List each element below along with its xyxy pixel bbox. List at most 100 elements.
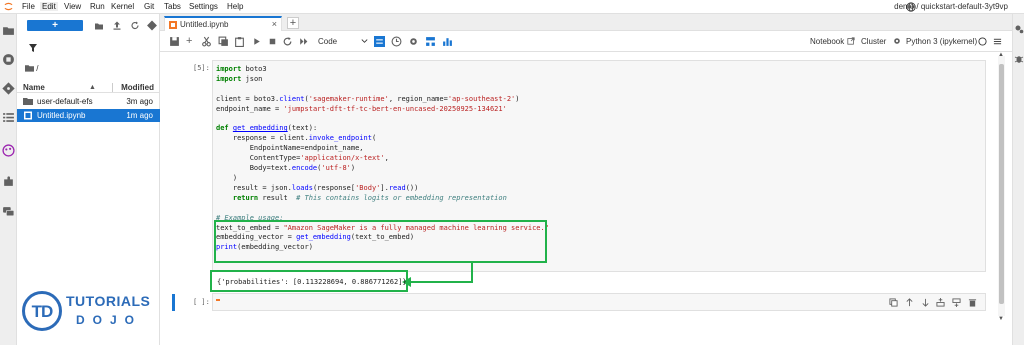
file-modified: 1m ago — [126, 111, 153, 120]
file-row-user-default-efs[interactable]: user-default-efs 3m ago — [17, 95, 160, 108]
run-icon[interactable] — [251, 36, 262, 47]
external-link-icon[interactable] — [847, 37, 855, 45]
breadcrumb: / — [25, 64, 38, 73]
code-line: ContentType='application/x-text', — [216, 154, 389, 163]
delete-cell-icon[interactable] — [968, 298, 977, 307]
new-tab-button[interactable]: + — [287, 17, 299, 29]
file-modified: 3m ago — [126, 97, 153, 106]
palette-icon[interactable] — [2, 144, 15, 157]
scroll-down-arrow[interactable]: ▼ — [998, 316, 1004, 322]
cell-prompt: [ ]: — [193, 298, 210, 306]
column-modified-header[interactable]: Modified — [121, 83, 154, 92]
menu-help[interactable]: Help — [225, 2, 245, 11]
right-sidebar — [1012, 14, 1024, 345]
move-up-icon[interactable] — [905, 298, 914, 307]
scrollbar-thumb[interactable] — [999, 64, 1004, 304]
table-of-contents-icon[interactable] — [2, 111, 15, 124]
file-name: user-default-efs — [37, 97, 93, 106]
menu-view[interactable]: View — [62, 2, 83, 11]
kernel-status-icon — [978, 37, 987, 46]
menu-kernel[interactable]: Kernel — [109, 2, 136, 11]
restart-run-all-icon[interactable] — [298, 36, 309, 47]
file-row-untitled-ipynb[interactable]: Untitled.ipynb 1m ago — [17, 109, 160, 122]
menu-run[interactable]: Run — [88, 2, 107, 11]
settings-gear-icon[interactable] — [893, 37, 901, 45]
menu-file[interactable]: File — [20, 2, 37, 11]
breadcrumb-root[interactable]: / — [36, 64, 38, 73]
restart-kernel-icon[interactable] — [282, 36, 293, 47]
sort-ascending-icon[interactable]: ▲ — [89, 84, 96, 91]
code-line: def get_embedding(text): — [216, 124, 318, 133]
code-line: client = boto3.client('sagemaker-runtime… — [216, 94, 520, 103]
chart-icon[interactable] — [442, 36, 453, 47]
file-name: Untitled.ipynb — [37, 111, 86, 120]
code-line: result = json.loads(response['Body'].rea… — [216, 183, 419, 192]
menu-lines-icon[interactable] — [993, 37, 1002, 46]
property-inspector-icon[interactable] — [1014, 24, 1024, 34]
git-clone-icon[interactable] — [147, 20, 157, 31]
active-cell-indicator — [172, 294, 175, 311]
running-icon[interactable] — [2, 53, 15, 66]
tab-untitled-ipynb[interactable]: Untitled.ipynb × — [164, 16, 282, 31]
jupyter-logo-icon[interactable] — [4, 2, 13, 11]
cell-prompt: [5]: — [193, 64, 210, 72]
code-line: return result # This contains logits or … — [232, 193, 507, 202]
menu-settings[interactable]: Settings — [187, 2, 220, 11]
settings-gear-icon[interactable] — [408, 36, 419, 47]
refresh-icon[interactable] — [130, 20, 140, 31]
logo-text-line1: TUTORIALS — [66, 293, 151, 309]
highlight-arrow — [402, 262, 473, 287]
paste-icon[interactable] — [234, 36, 245, 47]
folder-icon[interactable] — [25, 64, 34, 72]
column-name-header[interactable]: Name — [23, 83, 45, 92]
move-down-icon[interactable] — [921, 298, 930, 307]
code-line: import boto3 — [216, 65, 267, 73]
menu-bar: File Edit View Run Kernel Git Tabs Setti… — [0, 0, 1024, 14]
insert-cell-icon[interactable]: + — [186, 36, 197, 47]
kernel-name[interactable]: Python 3 (ipykernel) — [906, 37, 977, 46]
notebook-icon — [169, 21, 177, 29]
markdown-toggle-icon[interactable] — [374, 36, 385, 47]
extension-puzzle-icon[interactable] — [2, 175, 15, 188]
menu-git[interactable]: Git — [142, 2, 156, 11]
save-icon[interactable] — [169, 36, 180, 47]
debugger-icon[interactable] — [1014, 54, 1024, 64]
document-tab-bar: Untitled.ipynb × + — [160, 14, 1012, 31]
data-wrangler-icon[interactable] — [425, 36, 436, 47]
filter-icon[interactable] — [29, 44, 37, 53]
cluster-button[interactable]: Cluster — [861, 37, 886, 46]
empty-code-cell[interactable] — [212, 293, 986, 311]
chevron-down-icon[interactable] — [360, 36, 369, 45]
notebook-view-label[interactable]: Notebook — [810, 37, 844, 46]
cell-output: {'probabilities': [0.113228694, 0.886771… — [217, 278, 407, 286]
stop-icon[interactable] — [267, 36, 278, 47]
notebook-icon — [24, 111, 32, 120]
notebook-toolbar: + Code Notebook Cluster Python 3 (ipyker… — [160, 31, 1012, 52]
upload-icon[interactable] — [112, 20, 122, 31]
chat-icon[interactable] — [2, 205, 15, 218]
cut-icon[interactable] — [201, 36, 212, 47]
file-list-header: Name ▲ Modified — [17, 81, 160, 93]
copy-icon[interactable] — [218, 36, 229, 47]
code-line: EndpointName=endpoint_name, — [216, 144, 364, 153]
insert-above-icon[interactable] — [936, 298, 945, 307]
duplicate-cell-icon[interactable] — [889, 298, 898, 307]
notebook-scrollbar[interactable] — [998, 56, 1005, 316]
clock-icon[interactable] — [391, 36, 402, 47]
menu-tabs[interactable]: Tabs — [162, 2, 183, 11]
cell-type-select[interactable]: Code — [318, 37, 337, 46]
insert-below-icon[interactable] — [952, 298, 961, 307]
logo-mark: TD — [31, 302, 54, 321]
user-space-label[interactable]: demo / quickstart-default-3yt9vp — [894, 2, 1008, 11]
new-launcher-button[interactable]: + — [27, 20, 83, 31]
menu-edit[interactable]: Edit — [40, 2, 58, 11]
folder-icon[interactable] — [2, 24, 15, 37]
new-folder-icon[interactable] — [94, 20, 104, 31]
tutorials-dojo-logo: TD TUTORIALS DOJO — [20, 289, 158, 333]
column-separator — [112, 83, 113, 92]
git-icon[interactable] — [2, 82, 15, 95]
close-icon[interactable]: × — [272, 19, 277, 29]
